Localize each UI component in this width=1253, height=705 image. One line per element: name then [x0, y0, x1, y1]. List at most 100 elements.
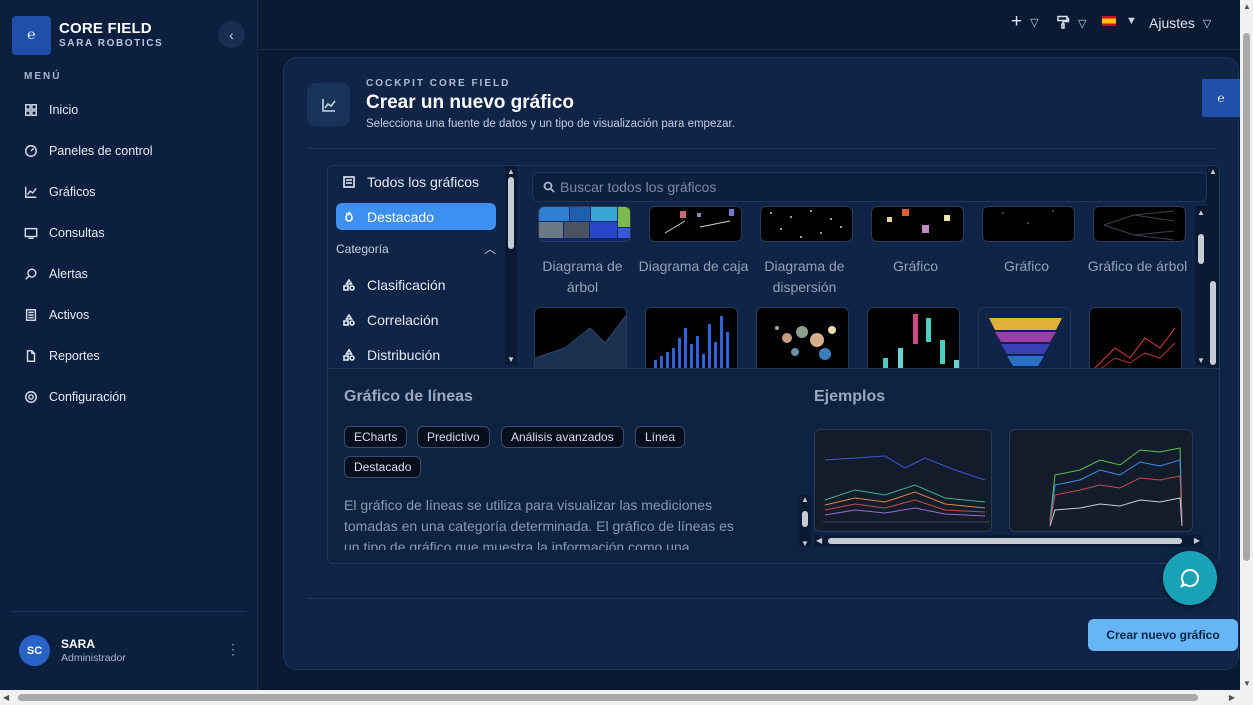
theme-menu-button[interactable]: ▽: [1056, 15, 1086, 32]
line-chart-thumbnail[interactable]: [1089, 307, 1182, 368]
chevron-down-icon: ▽: [1202, 17, 1212, 30]
search-icon: [543, 181, 555, 193]
grid-icon: [23, 102, 39, 118]
examples-hscroll[interactable]: ◀ ▶: [814, 535, 1202, 547]
sidebar-item-label: Gráficos: [49, 184, 96, 199]
sidebar-item-inicio[interactable]: Inicio: [12, 89, 246, 130]
tag: Destacado: [344, 456, 422, 478]
sidebar-item-label: Consultas: [49, 225, 105, 240]
sidebar-item-paneles[interactable]: Paneles de control: [12, 130, 246, 171]
example-image-2[interactable]: [1009, 429, 1193, 532]
sidebar-item-label: Configuración: [49, 389, 127, 404]
language-select[interactable]: ▼: [1102, 15, 1137, 27]
sidebar-item-graficos[interactable]: Gráficos: [12, 171, 246, 212]
tree-thumbnail[interactable]: [1093, 206, 1186, 242]
user-role: Administrador: [61, 652, 126, 664]
collapse-sidebar-button[interactable]: ‹: [218, 21, 245, 48]
add-menu-button[interactable]: + ▽: [1011, 11, 1039, 32]
chart-type-label: Gráfico de árbol: [1087, 258, 1188, 274]
bar-chart-thumbnail[interactable]: [645, 307, 738, 368]
category-panel: Todos los gráficos Destacado Categoría ︿…: [328, 166, 521, 368]
examples-vscroll[interactable]: ▲ ▼: [799, 495, 811, 548]
sidebar-item-alertas[interactable]: Alertas: [12, 253, 246, 294]
sidebar-item-activos[interactable]: Activos: [12, 294, 246, 335]
page-horizontal-scrollbar[interactable]: ◀ ▶: [0, 690, 1253, 705]
chevron-left-icon: ‹: [229, 26, 234, 43]
chat-button[interactable]: [1163, 551, 1217, 605]
tag: ECharts: [344, 426, 408, 448]
treemap-thumbnail[interactable]: [538, 206, 631, 242]
chevron-down-icon: ▽: [1030, 16, 1039, 29]
sidebar-item-label: Paneles de control: [49, 143, 153, 158]
funnel-thumbnail[interactable]: [978, 307, 1071, 368]
caret-down-icon: ▼: [1126, 15, 1137, 27]
picker-outer-scrollbar[interactable]: ▲: [1207, 166, 1219, 368]
scatter-thumbnail[interactable]: [760, 206, 853, 242]
flame-icon: [342, 211, 355, 223]
chart-type-label: Gráfico: [892, 258, 939, 274]
chat-bubble-icon: [1180, 568, 1199, 588]
topbar: + ▽ ▽ ▼ Ajustes ▽: [259, 0, 1240, 50]
header-divider: [307, 148, 1217, 149]
category-correlacion[interactable]: Correlación: [336, 306, 496, 333]
app-root: ℮ CORE FIELD SARA ROBOTICS ‹ MENÚ Inicio…: [0, 0, 1253, 705]
details-title: Gráfico de líneas: [344, 388, 473, 405]
shapes-icon: [342, 348, 355, 361]
create-chart-button[interactable]: Crear nuevo gráfico: [1088, 619, 1238, 651]
category-group-header[interactable]: Categoría ︿: [336, 242, 496, 256]
waterfall-thumbnail[interactable]: [867, 307, 960, 368]
chart-thumbnail-2[interactable]: [982, 206, 1075, 242]
settings-label: Ajustes: [1149, 15, 1195, 31]
alert-icon: [23, 266, 39, 282]
brand[interactable]: ℮ CORE FIELD SARA ROBOTICS: [12, 16, 246, 56]
sidebar-item-consultas[interactable]: Consultas: [12, 212, 246, 253]
category-featured[interactable]: Destacado: [336, 203, 496, 230]
plus-icon: +: [1011, 11, 1023, 32]
page-vertical-scrollbar[interactable]: ▲ ▼: [1240, 0, 1253, 690]
more-vertical-icon[interactable]: ⋮: [226, 641, 240, 658]
line-chart-icon: [23, 184, 39, 200]
brand-subtitle: SARA ROBOTICS: [59, 38, 164, 49]
footer-divider: [307, 598, 1217, 599]
bubble-chart-thumbnail[interactable]: [756, 307, 849, 368]
sql-icon: [23, 225, 39, 241]
gauge-icon: [23, 143, 39, 159]
category-scrollbar[interactable]: ▲ ▼: [505, 166, 517, 365]
sidebar-item-configuracion[interactable]: Configuración: [12, 376, 246, 417]
avatar: SC: [19, 635, 50, 666]
sidebar-nav: Inicio Paneles de control Gráficos Consu…: [12, 89, 246, 417]
category-distribucion[interactable]: Distribución: [336, 341, 496, 368]
menu-heading: MENÚ: [24, 71, 62, 82]
gear-icon: [23, 389, 39, 405]
paint-roller-icon: [1056, 15, 1070, 32]
list-icon: [23, 307, 39, 323]
category-all[interactable]: Todos los gráficos: [336, 168, 496, 195]
user-profile[interactable]: SC SARA Administrador ⋮: [19, 635, 245, 667]
gallery-scrollbar[interactable]: ▲ ▼: [1195, 206, 1207, 366]
create-chart-card: COCKPIT CORE FIELD Crear un nuevo gráfic…: [283, 57, 1240, 670]
details-description: El gráfico de líneas se utiliza para vis…: [344, 497, 734, 550]
area-chart-thumbnail[interactable]: [534, 307, 627, 368]
settings-menu[interactable]: Ajustes ▽: [1149, 15, 1211, 31]
chart-type-label: Diagrama de árbol: [542, 258, 623, 295]
sidebar: ℮ CORE FIELD SARA ROBOTICS ‹ MENÚ Inicio…: [0, 0, 258, 690]
example-image-1[interactable]: [814, 429, 992, 532]
company-logo: ℮: [1202, 79, 1240, 117]
search-input[interactable]: [560, 179, 1160, 195]
sidebar-divider: [12, 611, 246, 612]
chart-type-label: Diagrama de dispersión: [764, 258, 845, 295]
user-name: SARA: [61, 637, 96, 651]
chart-picker: Todos los gráficos Destacado Categoría ︿…: [327, 165, 1220, 564]
sidebar-item-label: Reportes: [49, 348, 100, 363]
sidebar-item-reportes[interactable]: Reportes: [12, 335, 246, 376]
category-clasificacion[interactable]: Clasificación: [336, 271, 496, 298]
eyebrow: COCKPIT CORE FIELD: [366, 78, 511, 89]
boxplot-thumbnail[interactable]: [649, 206, 742, 242]
chart-search[interactable]: [532, 172, 1207, 202]
chart-thumbnail-1[interactable]: [871, 206, 964, 242]
shapes-icon: [342, 313, 355, 326]
file-icon: [23, 348, 39, 364]
chart-list-icon: [342, 175, 355, 188]
chevron-down-icon: ▽: [1078, 18, 1087, 30]
sidebar-item-label: Activos: [49, 307, 90, 322]
